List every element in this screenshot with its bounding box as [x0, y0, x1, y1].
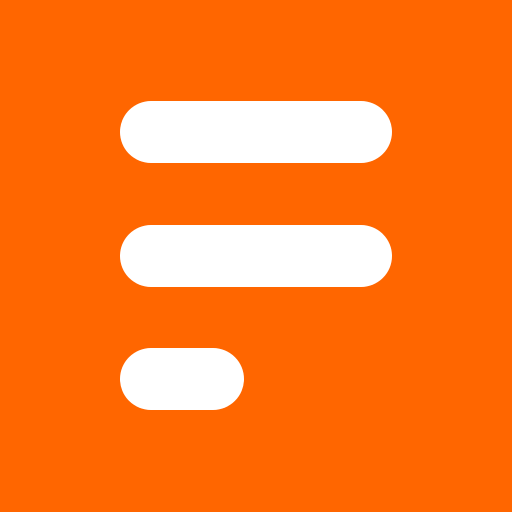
icon-line-top [120, 101, 392, 163]
icon-line-short [120, 348, 244, 410]
icon-line-middle [120, 225, 392, 287]
app-icon-tile [0, 0, 512, 512]
